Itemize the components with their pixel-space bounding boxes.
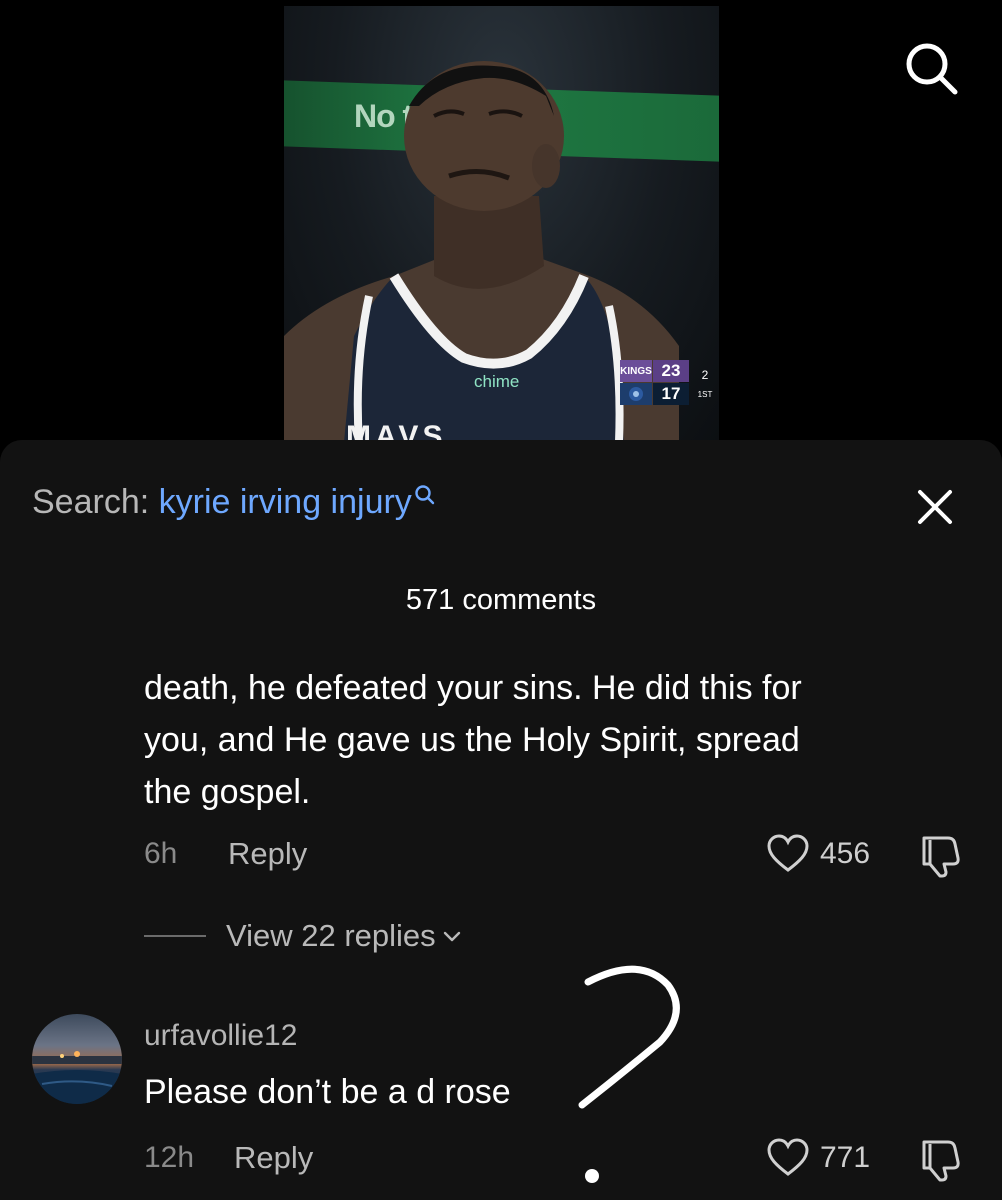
reply-button[interactable]: Reply: [234, 1140, 313, 1176]
search-suggestion[interactable]: Search: kyrie irving injury: [32, 480, 436, 524]
search-prefix: Search:: [32, 483, 159, 521]
video-player[interactable]: No thly fees chime MAVS KINGS 23 17 2 1S…: [284, 6, 719, 442]
comment-line: you, and He gave us the Holy Spirit, spr…: [144, 721, 800, 759]
search-icon[interactable]: [903, 40, 959, 96]
dislike-icon[interactable]: [918, 834, 962, 878]
like-button[interactable]: 771: [766, 1138, 870, 1178]
comment-text: death, he defeated your sins. He did thi…: [144, 662, 802, 818]
comment-time: 12h: [144, 1141, 195, 1174]
comment-text: Please don’t be a d rose: [144, 1073, 511, 1111]
comment-line: the gospel.: [144, 773, 311, 811]
comment-username[interactable]: urfavollie12: [144, 1018, 297, 1054]
avatar-image: [32, 1051, 122, 1104]
scorebug-score2: 17: [653, 383, 689, 405]
heart-icon: [767, 1138, 809, 1176]
jersey-text: MAVS: [346, 420, 447, 442]
jersey-sponsor: chime: [474, 372, 520, 391]
scorebug-period-top: 2: [701, 368, 709, 382]
view-replies-button[interactable]: View 22 replies: [144, 918, 462, 954]
scorebug-team1: KINGS: [620, 360, 652, 382]
view-replies-label: View 22 replies: [226, 918, 436, 953]
search-icon: [415, 485, 435, 505]
avatar[interactable]: [32, 1014, 122, 1104]
search-term-link[interactable]: kyrie irving injury: [159, 483, 412, 521]
chevron-down-icon: [443, 931, 460, 942]
close-icon[interactable]: [914, 486, 956, 528]
scorebug: KINGS 23 17 2 1ST: [620, 358, 719, 408]
comments-sheet: Search: kyrie irving injury 571 comments…: [0, 440, 1002, 1200]
scorebug-team2-logo: [620, 383, 652, 405]
reply-button[interactable]: Reply: [228, 836, 307, 872]
divider-line: [144, 935, 206, 937]
like-count: 456: [820, 837, 871, 870]
like-count: 771: [820, 1141, 871, 1174]
like-button[interactable]: 456: [766, 834, 870, 874]
heart-icon: [767, 834, 809, 872]
dislike-icon[interactable]: [918, 1138, 962, 1182]
comment-line: death, he defeated your sins. He did thi…: [144, 669, 802, 707]
scorebug-period: 1ST: [697, 390, 713, 399]
scorebug-score1: 23: [653, 360, 689, 382]
comment-time: 6h: [144, 837, 178, 870]
comments-count: 571 comments: [405, 584, 597, 616]
